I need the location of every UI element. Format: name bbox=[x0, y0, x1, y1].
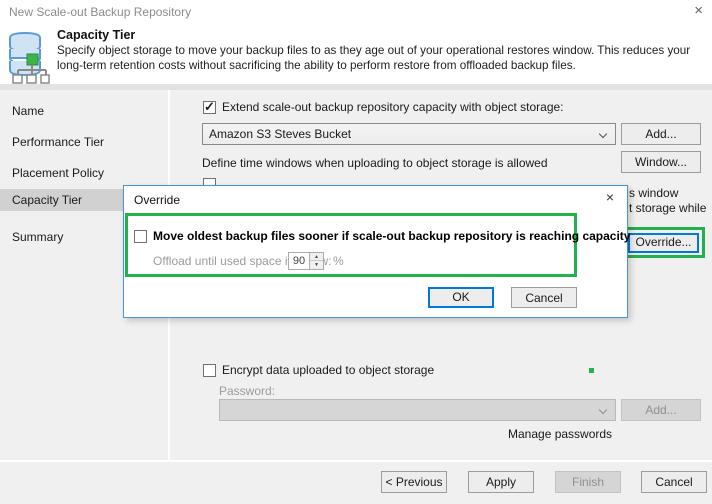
override-ok-button[interactable]: OK bbox=[428, 287, 494, 308]
override-dialog: Override × Move oldest backup files soon… bbox=[123, 185, 628, 318]
override-close-icon[interactable]: × bbox=[606, 189, 614, 205]
step-title: Capacity Tier bbox=[57, 28, 135, 42]
object-storage-dropdown-value: Amazon S3 Steves Bucket bbox=[209, 127, 351, 141]
override-dialog-title: Override bbox=[134, 193, 180, 207]
extend-capacity-checkbox[interactable]: ✓ bbox=[203, 101, 216, 114]
previous-button[interactable]: < Previous bbox=[381, 471, 447, 493]
chevron-down-icon bbox=[599, 406, 607, 414]
password-label: Password: bbox=[219, 384, 275, 398]
wizard-window: New Scale-out Backup Repository × Capaci… bbox=[0, 0, 712, 504]
window-button[interactable]: Window... bbox=[621, 151, 701, 173]
object-storage-dropdown[interactable]: Amazon S3 Steves Bucket bbox=[202, 123, 616, 145]
step-description: Specify object storage to move your back… bbox=[57, 43, 709, 73]
move-oldest-checkbox[interactable] bbox=[134, 230, 147, 243]
encrypt-label: Encrypt data uploaded to object storage bbox=[222, 363, 434, 377]
checkmark-icon: ✓ bbox=[204, 99, 215, 115]
footer-cancel-button[interactable]: Cancel bbox=[641, 471, 707, 493]
spinner-up-icon: ▲ bbox=[310, 253, 323, 261]
offload-unit-label: % bbox=[333, 254, 344, 268]
apply-button[interactable]: Apply bbox=[468, 471, 534, 493]
scale-out-repository-icon bbox=[6, 30, 50, 84]
occluded-text-fragment: t storage while bbox=[629, 201, 706, 215]
finish-button: Finish bbox=[555, 471, 621, 493]
occluded-text-fragment: s window bbox=[629, 186, 678, 200]
window-title: New Scale-out Backup Repository bbox=[9, 5, 191, 19]
offload-value-input: 90 bbox=[288, 252, 310, 270]
override-button-annotation-box bbox=[621, 227, 705, 258]
sidebar-item-performance-tier[interactable]: Performance Tier bbox=[0, 131, 168, 153]
override-cancel-button[interactable]: Cancel bbox=[511, 287, 577, 308]
annotation-green-dot bbox=[589, 368, 594, 373]
close-icon[interactable]: × bbox=[694, 2, 703, 19]
title-bar: New Scale-out Backup Repository × bbox=[0, 0, 712, 24]
password-add-button: Add... bbox=[621, 399, 701, 421]
sidebar-item-name[interactable]: Name bbox=[0, 100, 168, 122]
spinner-down-icon: ▼ bbox=[310, 261, 323, 269]
offload-spinner: ▲ ▼ bbox=[310, 252, 324, 270]
chevron-down-icon bbox=[599, 130, 607, 138]
wizard-header: Capacity Tier Specify object storage to … bbox=[0, 24, 712, 84]
add-object-storage-button[interactable]: Add... bbox=[621, 123, 701, 145]
time-window-label: Define time windows when uploading to ob… bbox=[202, 156, 548, 170]
sidebar-item-placement-policy[interactable]: Placement Policy bbox=[0, 162, 168, 184]
password-dropdown bbox=[219, 399, 616, 421]
move-oldest-label: Move oldest backup files sooner if scale… bbox=[153, 229, 630, 243]
extend-capacity-label: Extend scale-out backup repository capac… bbox=[222, 100, 564, 114]
encrypt-checkbox[interactable] bbox=[203, 364, 216, 377]
manage-passwords-link[interactable]: Manage passwords bbox=[508, 427, 612, 441]
